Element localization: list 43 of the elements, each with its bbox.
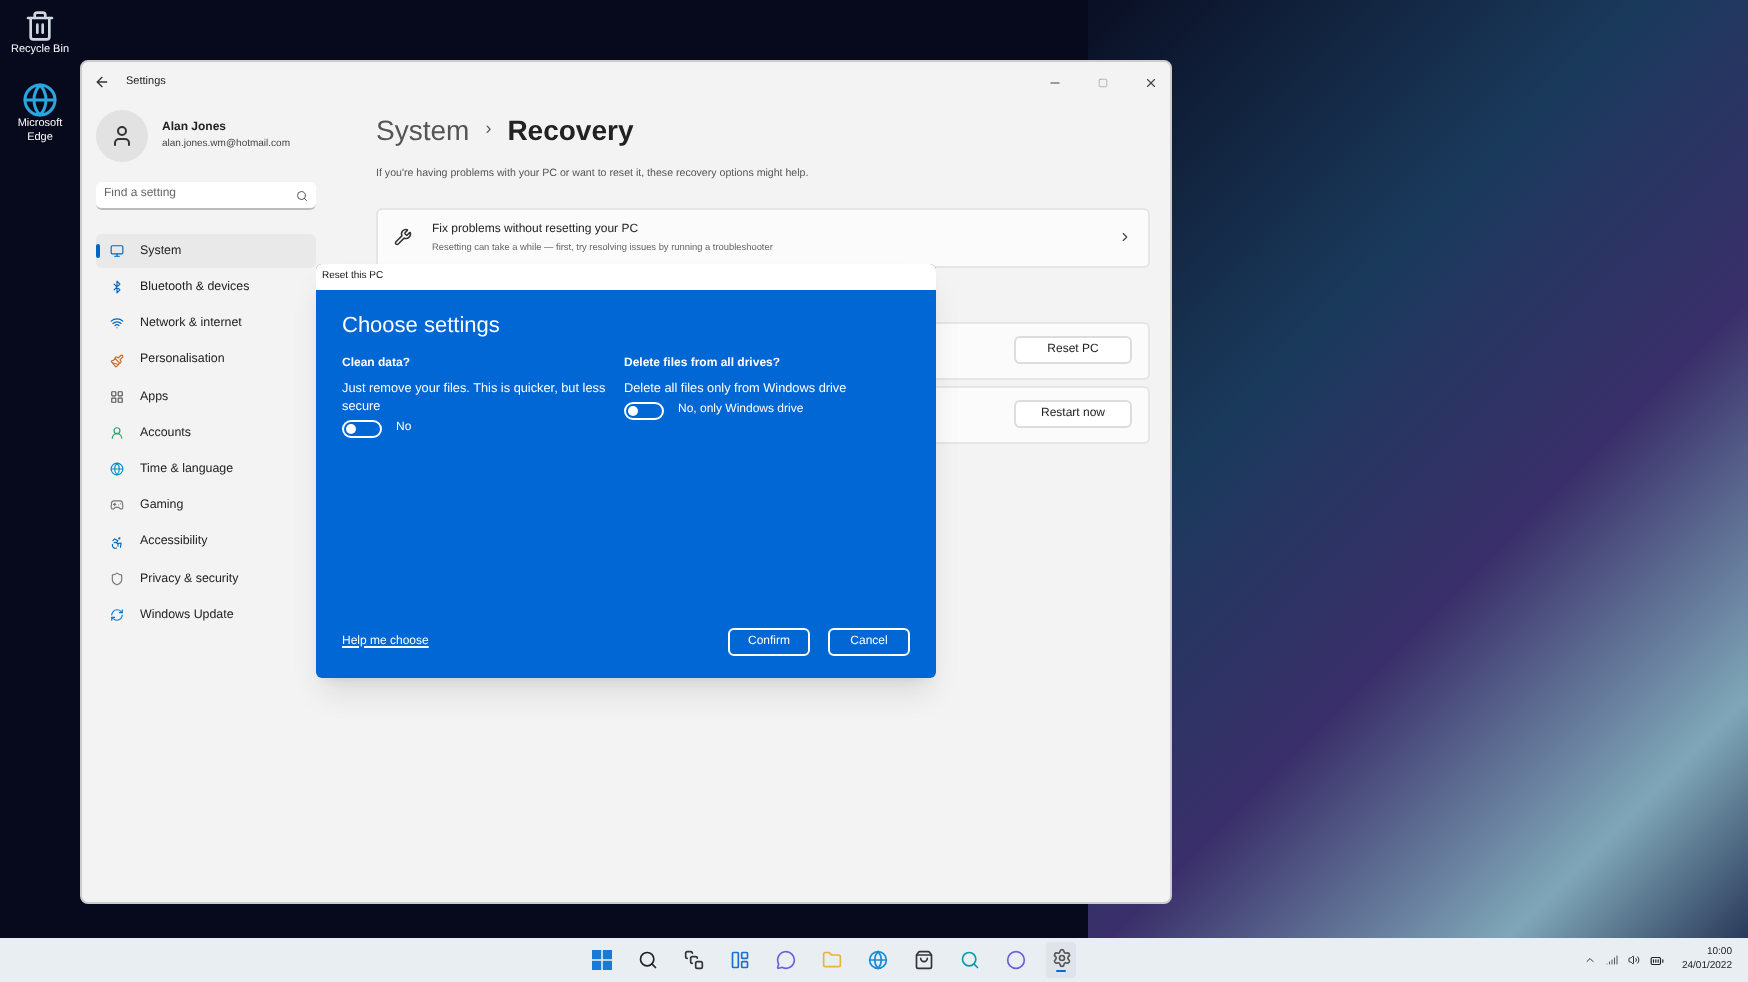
browser-icon[interactable]	[22, 82, 58, 118]
gamepad-icon	[110, 498, 124, 513]
circle-app-icon	[1005, 950, 1026, 970]
dialog-heading: Choose settings	[342, 312, 502, 342]
toggle-switch[interactable]	[624, 401, 664, 419]
globe-icon	[110, 462, 124, 477]
accessibility-icon	[110, 535, 124, 549]
widgets-icon	[729, 950, 750, 970]
chevron-up-icon[interactable]	[1583, 954, 1596, 966]
search-icon	[296, 189, 308, 201]
signal-icon[interactable]	[1605, 954, 1618, 966]
selection-indicator	[96, 244, 100, 258]
battery-icon[interactable]	[1649, 953, 1664, 967]
close-icon[interactable]	[1144, 75, 1158, 89]
monitor-icon	[110, 244, 124, 258]
back-icon[interactable]	[94, 74, 110, 90]
recycle-bin-icon[interactable]	[24, 8, 56, 44]
browser-icon	[867, 950, 888, 970]
breadcrumb-parent[interactable]: System	[376, 109, 470, 151]
task-view-icon	[683, 950, 704, 970]
bluetooth-icon	[110, 280, 124, 295]
active-indicator	[1056, 969, 1067, 973]
chat-icon	[775, 950, 796, 970]
toggle-switch[interactable]	[342, 419, 382, 437]
person-icon	[110, 124, 134, 148]
chevron-right-icon	[1118, 230, 1132, 245]
store-icon	[913, 950, 934, 970]
magnifier-app-icon	[959, 950, 980, 970]
taskbar-app[interactable]	[1046, 942, 1077, 978]
windows-logo-icon	[591, 950, 612, 970]
person-icon	[110, 425, 124, 440]
volume-icon[interactable]	[1627, 954, 1640, 966]
breadcrumb-separator: ›	[485, 116, 492, 143]
grid-icon	[110, 389, 124, 404]
wifi-icon	[110, 316, 124, 331]
page-title: Recovery	[507, 111, 634, 150]
brush-icon	[110, 353, 124, 368]
shield-icon	[110, 571, 124, 586]
folder-icon	[821, 950, 842, 970]
wrench-icon	[394, 228, 412, 247]
settings-icon	[1051, 947, 1072, 968]
refresh-icon	[110, 607, 124, 622]
search-icon	[637, 950, 658, 970]
